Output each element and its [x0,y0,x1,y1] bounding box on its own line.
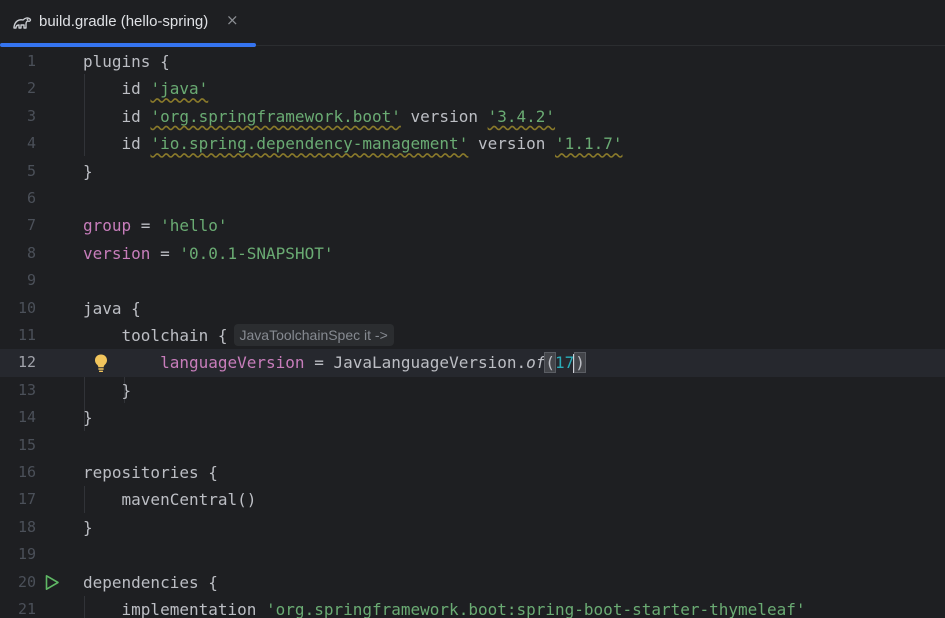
parameter-inlay-hint: JavaToolchainSpec it -> [233,324,394,346]
line-number: 3 [26,106,36,125]
tab-build-gradle[interactable]: build.gradle (hello-spring) × [0,0,256,47]
run-gutter-icon[interactable] [44,574,60,591]
tab-close-icon[interactable]: × [226,11,239,29]
code-line: 5 } [0,158,945,185]
code-line: 2 id 'java' [0,75,945,102]
code-line: 13 } [0,377,945,404]
code-text: } [83,408,93,428]
line-number: 4 [26,134,36,153]
line-number: 9 [26,271,36,290]
line-number: 10 [17,298,36,317]
code-text: implementation 'org.springframework.boot… [121,600,806,618]
matched-paren: ) [574,352,586,374]
code-line: 3 id 'org.springframework.boot' version … [0,103,945,130]
gradle-elephant-icon [13,17,32,29]
line-number: 17 [17,490,36,509]
line-number: 14 [17,408,36,427]
line-number: 8 [26,243,36,262]
line-number: 7 [26,216,36,235]
code-line: 9 [0,267,945,294]
code-line: 1 plugins { [0,48,945,75]
code-text: java { [83,298,141,318]
matched-paren: ( [544,352,556,374]
code-text: id 'io.spring.dependency-management' ver… [121,134,623,154]
code-line: 18 } [0,514,945,541]
code-text: id 'java' [121,79,209,99]
code-text: } [121,380,132,400]
code-line: 20 dependencies { [0,569,945,596]
code-line-current: 12 languageVersion = JavaLanguageVersion… [0,349,945,377]
code-text: plugins { [83,52,170,71]
editor-tab-bar: build.gradle (hello-spring) × [0,0,945,47]
line-number: 12 [17,353,36,372]
code-text: } [83,517,93,537]
line-number: 18 [17,517,36,536]
code-line: 19 [0,541,945,568]
line-number: 13 [17,380,36,399]
line-number: 20 [17,572,36,591]
code-text: version = '0.0.1-SNAPSHOT' [83,243,334,263]
code-line: 21 implementation 'org.springframework.b… [0,596,945,618]
line-number: 21 [17,600,36,618]
line-number: 15 [17,435,36,454]
code-text: dependencies { [83,572,218,592]
line-number: 19 [17,545,36,564]
line-number: 16 [17,463,36,481]
code-text: repositories { [83,463,218,482]
line-number: 6 [26,189,36,207]
code-text: mavenCentral() [121,490,257,510]
code-line: 15 [0,432,945,459]
code-line: 11 toolchain {JavaToolchainSpec it -> [0,322,945,349]
line-number: 2 [26,79,36,98]
code-text: id 'org.springframework.boot' version '3… [121,106,556,126]
line-number: 5 [26,161,36,180]
code-line: 14 } [0,404,945,431]
code-line: 6 [0,185,945,212]
code-line: 10 java { [0,295,945,322]
code-line: 7 group = 'hello' [0,212,945,239]
code-text: toolchain {JavaToolchainSpec it -> [83,322,394,349]
code-text: languageVersion = JavaLanguageVersion.of… [160,352,586,374]
code-line: 4 id 'io.spring.dependency-management' v… [0,130,945,157]
line-number: 11 [17,326,36,344]
code-line: 16 repositories { [0,459,945,486]
code-line: 8 version = '0.0.1-SNAPSHOT' [0,240,945,267]
code-line: 17 mavenCentral() [0,486,945,513]
line-number: 1 [26,52,36,70]
tab-title: build.gradle (hello-spring) [39,13,209,30]
code-editor[interactable]: 1 plugins { 2 id 'java' 3 id 'org.spring… [0,47,945,618]
code-text: } [83,161,93,181]
code-text: group = 'hello' [83,216,228,236]
